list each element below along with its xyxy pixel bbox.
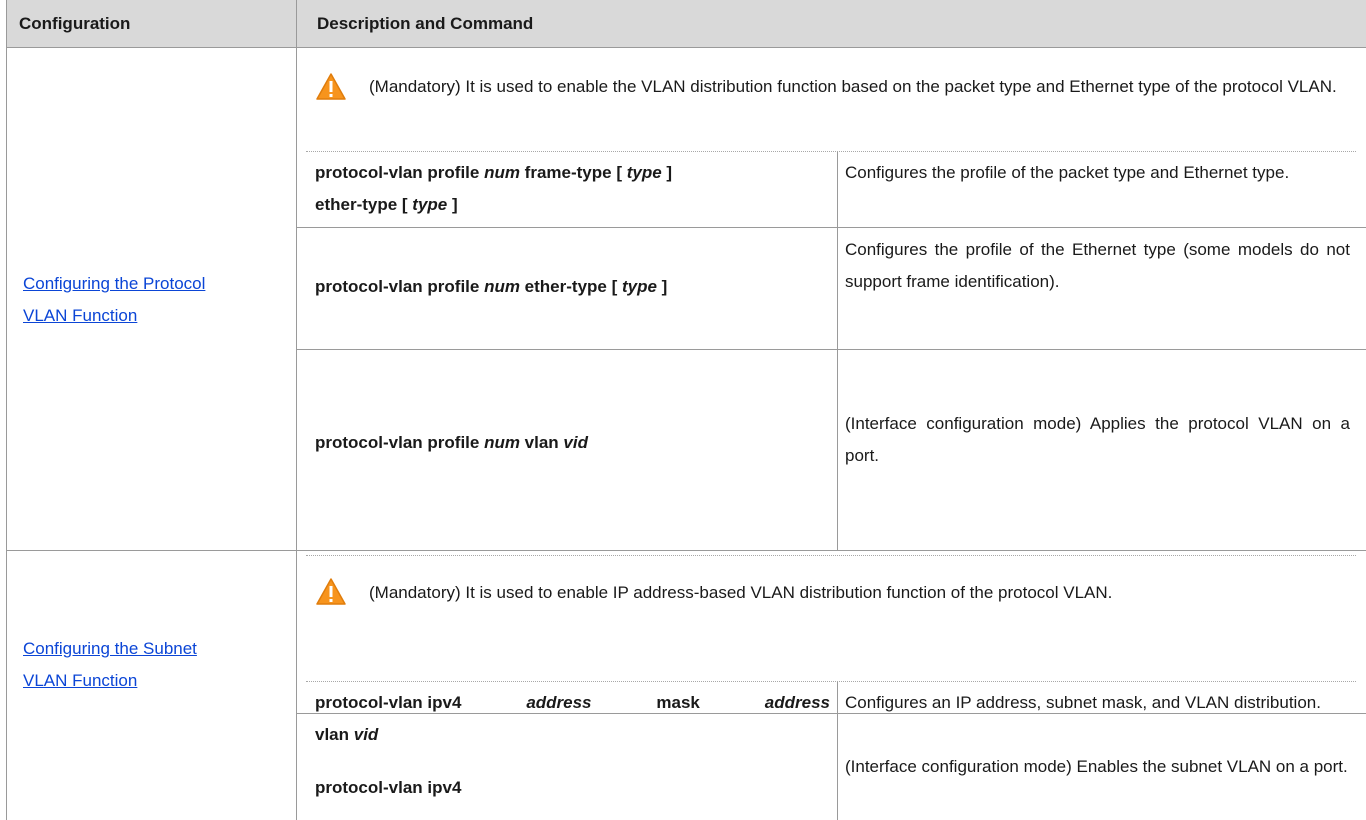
command-description-divider-1 bbox=[837, 152, 838, 550]
command-protocol-vlan-ipv4: protocol-vlan ipv4 bbox=[315, 778, 462, 797]
link-line: VLAN Function bbox=[23, 306, 138, 325]
command-protocol-vlan-profile-vlan: protocol-vlan profile num vlan vid bbox=[315, 433, 588, 452]
note-separator-top-2 bbox=[306, 555, 1356, 556]
command-protocol-vlan-profile-ether-type: protocol-vlan profile num ether-type [ t… bbox=[315, 277, 668, 296]
command-description-divider-2 bbox=[837, 682, 838, 820]
table-left-border bbox=[6, 0, 7, 820]
row-divider bbox=[297, 349, 1366, 350]
description-enable-subnet: (Interface configuration mode) Enables t… bbox=[845, 757, 1348, 776]
configuration-table: Configuration Description and Command Co… bbox=[0, 0, 1366, 820]
header-bottom-border bbox=[6, 47, 1366, 48]
command-protocol-vlan-profile-frame-type: protocol-vlan profile num frame-type [ t… bbox=[315, 163, 673, 214]
mandatory-note: (Mandatory) It is used to enable the VLA… bbox=[369, 77, 1337, 96]
description-frame-type: Configures the profile of the packet typ… bbox=[845, 163, 1290, 182]
link-line: Configuring the Protocol bbox=[23, 274, 206, 293]
warning-triangle-icon bbox=[316, 73, 346, 100]
description-ether-type: Configures the profile of the Ethernet t… bbox=[845, 240, 1350, 291]
configuring-subnet-vlan-link[interactable]: Configuring the Subnet VLAN Function bbox=[23, 633, 280, 697]
link-line: Configuring the Subnet bbox=[23, 639, 197, 658]
link-line: VLAN Function bbox=[23, 671, 138, 690]
section-divider bbox=[6, 550, 1366, 551]
column-divider bbox=[296, 0, 297, 820]
command-protocol-vlan-ipv4-address: protocol-vlan ipv4 address mask address … bbox=[315, 693, 830, 744]
configuring-protocol-vlan-link[interactable]: Configuring the Protocol VLAN Function bbox=[23, 268, 280, 332]
description-ip-address: Configures an IP address, subnet mask, a… bbox=[845, 693, 1321, 712]
description-apply-profile: (Interface configuration mode) Applies t… bbox=[845, 414, 1350, 465]
mandatory-note: (Mandatory) It is used to enable IP addr… bbox=[369, 583, 1113, 602]
note-separator-2 bbox=[306, 681, 1356, 682]
header-description-and-command: Description and Command bbox=[296, 0, 1366, 47]
note-separator-1 bbox=[306, 151, 1356, 152]
header-configuration: Configuration bbox=[6, 0, 296, 47]
warning-triangle-icon bbox=[316, 578, 346, 605]
row-divider bbox=[297, 227, 1366, 228]
